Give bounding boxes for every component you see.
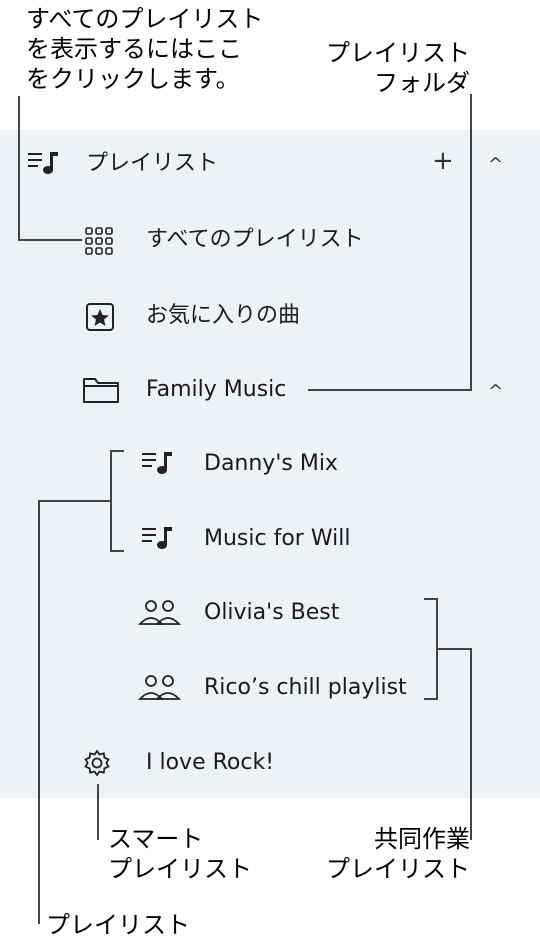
sidebar-item-i-love-rock[interactable]: I love Rock!	[146, 748, 274, 778]
playlists-header-label[interactable]: プレイリスト	[86, 149, 218, 179]
collapse-playlists-button[interactable]: ^	[488, 154, 503, 175]
leader-line-all-playlists	[18, 96, 20, 240]
callout-all-playlists: すべてのプレイリスト を表示するにはここ をクリックします。	[26, 5, 264, 93]
leader-line-folder	[470, 94, 472, 391]
playlist-icon	[142, 525, 176, 551]
bracket-playlists-bottom	[110, 550, 124, 552]
callout-playlist-folder: プレイリスト フォルダ	[326, 39, 470, 97]
sidebar-item-ricos-chill-playlist[interactable]: Rico’s chill playlist	[204, 673, 407, 703]
leader-line-playlist-h	[38, 500, 112, 502]
bracket-playlists-top	[110, 450, 124, 452]
leader-line-collab-h	[436, 648, 472, 650]
star-box-icon	[84, 302, 116, 332]
leader-line-smart	[97, 784, 99, 840]
people-icon	[138, 673, 182, 703]
callout-playlist: プレイリスト	[46, 911, 190, 939]
playlist-icon	[142, 450, 176, 476]
add-playlist-button[interactable]: +	[432, 146, 454, 176]
sidebar-item-favorites[interactable]: お気に入りの曲	[146, 301, 300, 331]
collapse-folder-button[interactable]: ^	[488, 381, 503, 402]
leader-line-folder-h	[308, 389, 472, 391]
sidebar-item-dannys-mix[interactable]: Danny's Mix	[204, 449, 338, 479]
sidebar-item-all-playlists[interactable]: すべてのプレイリスト	[146, 225, 364, 255]
sidebar-item-music-for-will[interactable]: Music for Will	[204, 524, 350, 554]
leader-line-all-playlists-h	[18, 239, 82, 241]
bracket-collab-bottom	[424, 698, 438, 700]
grid-icon	[84, 226, 116, 256]
playlist-icon	[28, 150, 62, 176]
callout-collab-playlist: 共同作業 プレイリスト	[326, 825, 470, 883]
people-icon	[138, 598, 182, 628]
sidebar-item-family-music[interactable]: Family Music	[146, 375, 286, 405]
folder-icon	[82, 375, 120, 405]
leader-line-playlist	[38, 500, 40, 924]
callout-smart-playlist: スマート プレイリスト	[108, 825, 252, 883]
bracket-collab-top	[424, 598, 438, 600]
sidebar-item-olivias-best[interactable]: Olivia's Best	[204, 598, 339, 628]
gear-icon	[82, 748, 112, 778]
leader-line-collab	[470, 648, 472, 840]
